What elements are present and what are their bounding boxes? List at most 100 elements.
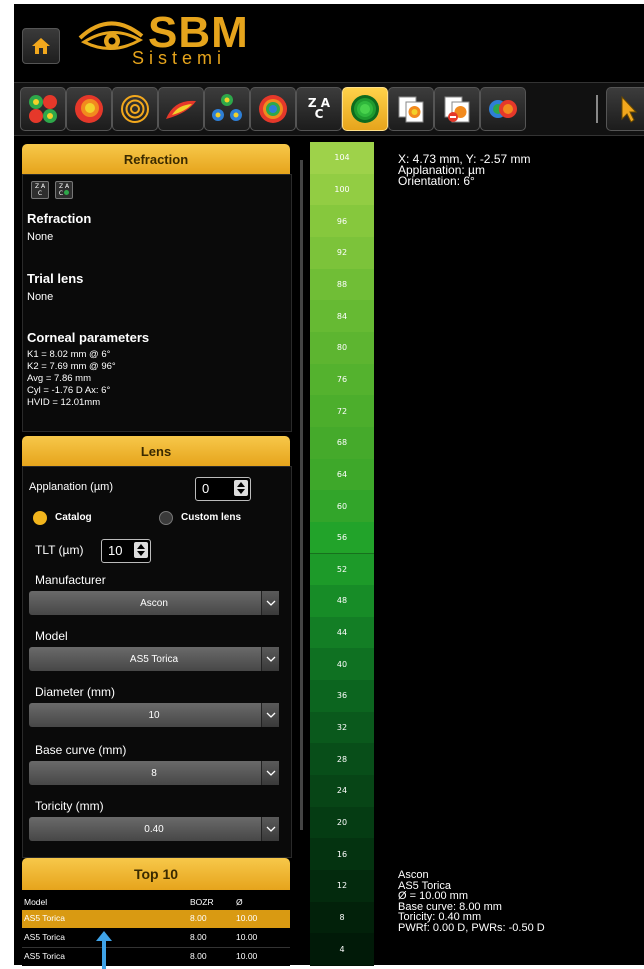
pointer-cursor-icon: [621, 95, 638, 123]
logo-subtitle: Sistemi: [132, 48, 227, 68]
col-header-bozr: BOZR: [190, 897, 214, 907]
manufacturer-label: Manufacturer: [35, 573, 106, 587]
diameter-value: 10: [148, 709, 160, 721]
scale-cell: 56: [310, 521, 374, 555]
row-diameter: 10.00: [236, 932, 258, 942]
base-curve-label: Base curve (mm): [35, 743, 127, 757]
3d-map-icon: [166, 100, 196, 119]
map-info: X: 4.73 mm, Y: -2.57 mm Applanation: µm …: [398, 153, 531, 188]
row-model: AS5 Torica: [24, 951, 65, 961]
refraction-panel-title: Refraction: [123, 151, 189, 167]
scale-cell: 32: [310, 711, 374, 745]
axial-map-button[interactable]: [66, 87, 112, 131]
table-row[interactable]: AS5 Torica 8.00 10.00: [22, 910, 290, 928]
toricity-value: 0.40: [144, 823, 164, 835]
tangential-map-button[interactable]: [250, 87, 296, 131]
refraction-panel-header[interactable]: Refraction: [22, 144, 290, 174]
scale-cell: 84: [310, 300, 374, 333]
chevron-down-icon[interactable]: [261, 591, 279, 615]
row-diameter: 10.00: [236, 913, 258, 923]
sort-button-1[interactable]: Z AC: [31, 181, 49, 199]
sort-button-2[interactable]: Z AC: [55, 181, 73, 199]
applanation-value: 0: [202, 481, 210, 496]
scale-cell: 12: [310, 870, 374, 903]
lens-summary: Ascon AS5 Torica Ø = 10.00 mm Base curve…: [398, 870, 545, 933]
quad-map-icon: [212, 94, 242, 121]
row-model: AS5 Torica: [24, 932, 65, 942]
stepper-arrows-icon[interactable]: [134, 542, 148, 558]
copy-map-button[interactable]: [388, 87, 434, 131]
table-header-row: Model BOZR Ø: [22, 894, 290, 911]
diameter-label: Diameter (mm): [35, 685, 115, 699]
corneal-k1: K1 = 8.02 mm @ 6°: [27, 349, 111, 360]
model-value: AS5 Torica: [129, 653, 179, 665]
tlt-value: 10: [108, 543, 123, 558]
quad-map-button[interactable]: [204, 87, 250, 131]
refraction-heading: Refraction: [27, 211, 92, 226]
corneal-parameters-heading: Corneal parameters: [27, 330, 150, 345]
lens-panel-header[interactable]: Lens: [22, 436, 290, 466]
3d-map-button[interactable]: [158, 87, 204, 131]
trial-lens-value: None: [27, 291, 54, 303]
copy-map-icon: [398, 96, 424, 123]
chevron-down-icon[interactable]: [261, 703, 279, 727]
orientation-info: Orientation: 6°: [398, 174, 475, 188]
catalog-radio[interactable]: [33, 511, 47, 525]
scale-cell: 88: [310, 268, 374, 302]
toolbar-separator: [596, 95, 598, 123]
pointer-tool-button[interactable]: [606, 87, 644, 131]
model-label: Model: [35, 629, 68, 643]
app-window: SBM Sistemi Z A C Refraction Z A C Z A C…: [14, 4, 644, 969]
left-panel: Refraction Z AC Z AC Refraction None Tri…: [20, 140, 298, 966]
table-row[interactable]: AS5 Torica 8.00 10.00: [22, 948, 290, 966]
left-panel-scrollbar[interactable]: [300, 160, 303, 830]
toricity-label: Toricity (mm): [35, 799, 104, 813]
chevron-down-icon[interactable]: [261, 817, 279, 841]
z-a-c-sort-icon: Z A C: [307, 96, 331, 121]
scale-cell: 80: [310, 331, 374, 365]
row-model: AS5 Torica: [24, 913, 65, 923]
home-button[interactable]: [22, 28, 60, 64]
base-curve-dropdown[interactable]: 8: [29, 761, 279, 785]
diameter-dropdown[interactable]: 10: [29, 703, 279, 727]
tlt-stepper[interactable]: 10: [101, 539, 151, 563]
thickness-color-scale: 104 100 96 92 88 84 80 76 72 68 64 60 56 52 48 44 40 36 32…: [310, 142, 374, 966]
corneal-hvid: HVID = 12.01mm: [27, 397, 101, 408]
multi-map-button[interactable]: [20, 87, 66, 131]
axial-map-icon: [75, 95, 103, 123]
scale-cell: 68: [310, 426, 374, 460]
scale-cell: 28: [310, 743, 374, 777]
base-curve-value: 8: [151, 767, 157, 779]
scale-cell: 96: [310, 205, 374, 238]
chevron-down-icon[interactable]: [261, 761, 279, 785]
scale-cell: 52: [310, 553, 374, 587]
stepper-arrows-icon[interactable]: [234, 480, 248, 496]
keratoscope-rings-button[interactable]: [112, 87, 158, 131]
row-bozr: 8.00: [190, 951, 207, 961]
scale-cell: 100: [310, 173, 374, 207]
remove-map-button[interactable]: [434, 87, 480, 131]
top10-panel-header[interactable]: Top 10: [22, 858, 290, 890]
manufacturer-dropdown[interactable]: Ascon: [29, 591, 279, 615]
table-row[interactable]: AS5 Torica 8.00 10.00: [22, 929, 290, 948]
custom-lens-radio[interactable]: [159, 511, 173, 525]
home-icon: [32, 38, 50, 54]
top10-panel-title: Top 10: [133, 866, 179, 882]
applanation-stepper[interactable]: 0: [195, 477, 251, 501]
model-dropdown[interactable]: AS5 Torica: [29, 647, 279, 671]
row-bozr: 8.00: [190, 913, 207, 923]
manufacturer-value: Ascon: [140, 597, 168, 609]
scale-cell: 72: [310, 395, 374, 428]
multi-map-icon: [29, 95, 57, 123]
compare-maps-button[interactable]: [480, 87, 526, 131]
lens-power: PWRf: 0.00 D, PWRs: -0.50 D: [398, 921, 545, 934]
contact-lens-fit-button[interactable]: [342, 87, 388, 131]
chevron-down-icon[interactable]: [261, 647, 279, 671]
col-header-model: Model: [24, 897, 48, 907]
catalog-label: Catalog: [55, 512, 92, 523]
custom-lens-label: Custom lens: [181, 512, 242, 523]
corneal-k2: K2 = 7.69 mm @ 96°: [27, 361, 116, 372]
lens-panel: Applanation (µm) 0 Catalog Custom lens T…: [22, 466, 292, 858]
sort-zac-button[interactable]: Z A C: [296, 87, 342, 131]
toricity-dropdown[interactable]: 0.40: [29, 817, 279, 841]
